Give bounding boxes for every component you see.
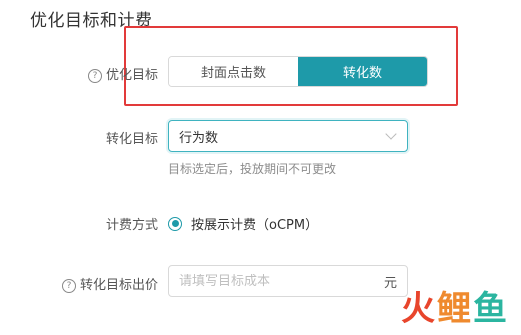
chevron-down-icon [385, 128, 397, 140]
optimization-target-segmented-control: 封面点击数 转化数 [168, 56, 428, 87]
watermark-char-3: 鱼 [473, 289, 507, 329]
watermark-char-2: 鲤 [437, 289, 471, 329]
bid-input-wrapper: 元 [168, 265, 408, 297]
conversion-target-label: 转化目标 [105, 132, 158, 147]
optimization-target-label: ? 优化目标 [87, 64, 158, 83]
question-circle-icon[interactable]: ? [61, 279, 76, 293]
optimization-target-label-text: 优化目标 [105, 68, 158, 83]
option-conversions[interactable]: 转化数 [298, 57, 427, 86]
bid-input[interactable] [179, 273, 384, 289]
conversion-target-hint: 目标选定后，投放期间不可更改 [168, 162, 337, 176]
conversion-target-value: 行为数 [179, 130, 219, 146]
option-cover-clicks[interactable]: 封面点击数 [169, 57, 298, 86]
bid-label: ? 转化目标出价 [61, 274, 158, 293]
radio-selected-icon [168, 216, 182, 231]
conversion-target-select[interactable]: 行为数 [168, 120, 408, 152]
currency-unit: 元 [383, 275, 397, 291]
watermark-logo: 火 鲤 鱼 [399, 291, 507, 327]
watermark-char-1: 火 [401, 289, 435, 329]
billing-ocpm-radio[interactable]: 按展示计费（oCPM） [168, 214, 318, 233]
billing-ocpm-label: 按展示计费（oCPM） [191, 218, 319, 233]
bid-label-text: 转化目标出价 [79, 278, 158, 293]
billing-method-label: 计费方式 [105, 218, 158, 233]
question-circle-icon[interactable]: ? [87, 69, 102, 83]
